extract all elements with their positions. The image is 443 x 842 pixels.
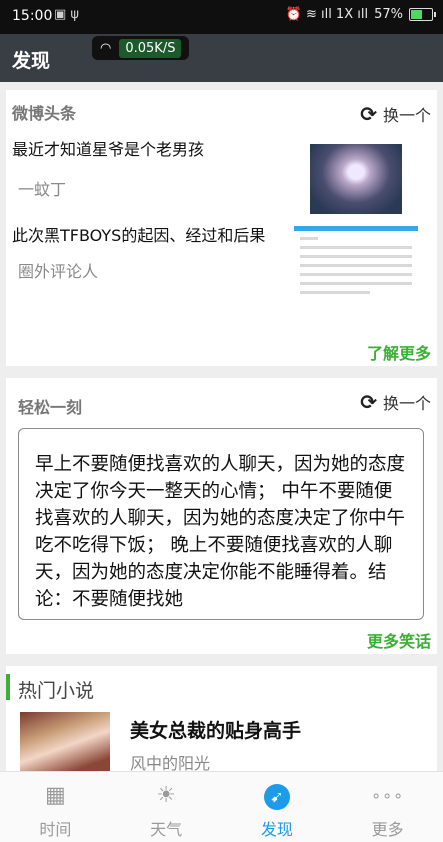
novels-card: 热门小说 美女总裁的贴身高手 风中的阳光 xyxy=(6,666,437,772)
tab-label: 时间 xyxy=(39,820,72,839)
news-item[interactable]: 最近才知道星爷是个老男孩 一蚊丁 xyxy=(12,138,272,200)
sun-icon: ☀ xyxy=(156,783,176,808)
news-author: 圈外评论人 xyxy=(18,262,99,281)
book-cover[interactable] xyxy=(20,712,110,772)
news-title: 最近才知道星爷是个老男孩 xyxy=(12,140,205,159)
app-header: 发现 xyxy=(0,34,443,82)
network-speed: 0.05K/S xyxy=(119,38,182,58)
tab-weather[interactable]: ☀ 天气 xyxy=(111,772,222,842)
compass-icon: ➹ xyxy=(263,784,290,810)
relax-swap-button[interactable]: ⟳ 换一个 xyxy=(360,390,431,414)
relax-card-header: 轻松一刻 ⟳ 换一个 xyxy=(6,378,437,422)
weibo-swap-label: 换一个 xyxy=(382,106,431,125)
weibo-card: 微博头条 ⟳ 换一个 最近才知道星爷是个老男孩 一蚊丁 此次黑TFBOYS的起因… xyxy=(6,90,437,366)
weibo-swap-button[interactable]: ⟳ 换一个 xyxy=(360,102,431,126)
battery-percent: 57% xyxy=(374,7,403,22)
status-left-icons: ▣ ψ xyxy=(54,7,79,22)
bottom-tab-bar: ▦ 时间 ☀ 天气 ➹ 发现 ∘∘∘ 更多 xyxy=(0,771,443,842)
tab-discover[interactable]: ➹ 发现 xyxy=(222,772,333,842)
status-bar: 15:00 ▣ ψ ⏰ ≋ ıll 1X ıll 57% xyxy=(0,0,443,34)
relax-more-link[interactable]: 更多笑话 xyxy=(367,628,431,652)
tab-label: 更多 xyxy=(371,820,404,839)
joke-text: 早上不要随便找喜欢的人聊天，因为她的态度决定了你今天一整天的心情； 中午不要随便… xyxy=(18,428,424,620)
news-thumbnail[interactable] xyxy=(310,144,402,214)
status-signal-icons: ⏰ ≋ ıll 1X ıll xyxy=(285,7,369,22)
weibo-label: 微博头条 xyxy=(12,104,77,123)
news-author: 一蚊丁 xyxy=(18,180,67,199)
tab-label: 天气 xyxy=(150,820,183,839)
battery-icon xyxy=(409,8,436,21)
page-title: 发现 xyxy=(12,50,51,72)
news-title: 此次黑TFBOYS的起因、经过和后果 xyxy=(12,226,266,245)
weibo-more-link[interactable]: 了解更多 xyxy=(367,340,431,364)
more-icon: ∘∘∘ xyxy=(371,786,405,805)
calendar-icon: ▦ xyxy=(44,783,66,808)
tab-more[interactable]: ∘∘∘ 更多 xyxy=(332,772,443,842)
tab-label: 发现 xyxy=(260,820,293,839)
weibo-card-header: 微博头条 ⟳ 换一个 xyxy=(6,90,437,134)
status-time: 15:00 xyxy=(12,8,53,24)
section-accent-bar xyxy=(6,674,10,700)
news-thumbnail[interactable] xyxy=(294,226,418,320)
novels-label: 热门小说 xyxy=(18,680,95,702)
status-right-group: ⏰ ≋ ıll 1X ıll 57% xyxy=(285,7,436,22)
network-speed-overlay: ◠ 0.05K/S xyxy=(92,36,190,60)
tab-time[interactable]: ▦ 时间 xyxy=(0,772,111,842)
relax-label: 轻松一刻 xyxy=(18,398,83,417)
book-author: 风中的阳光 xyxy=(130,754,211,772)
refresh-icon: ⟳ xyxy=(360,390,377,414)
book-title[interactable]: 美女总裁的贴身高手 xyxy=(130,716,301,743)
relax-card: 轻松一刻 ⟳ 换一个 早上不要随便找喜欢的人聊天，因为她的态度决定了你今天一整天… xyxy=(6,378,437,654)
relax-swap-label: 换一个 xyxy=(382,394,431,413)
refresh-icon: ⟳ xyxy=(360,102,377,126)
wifi-icon: ◠ xyxy=(100,40,112,56)
news-item[interactable]: 此次黑TFBOYS的起因、经过和后果 圈外评论人 xyxy=(12,224,274,282)
